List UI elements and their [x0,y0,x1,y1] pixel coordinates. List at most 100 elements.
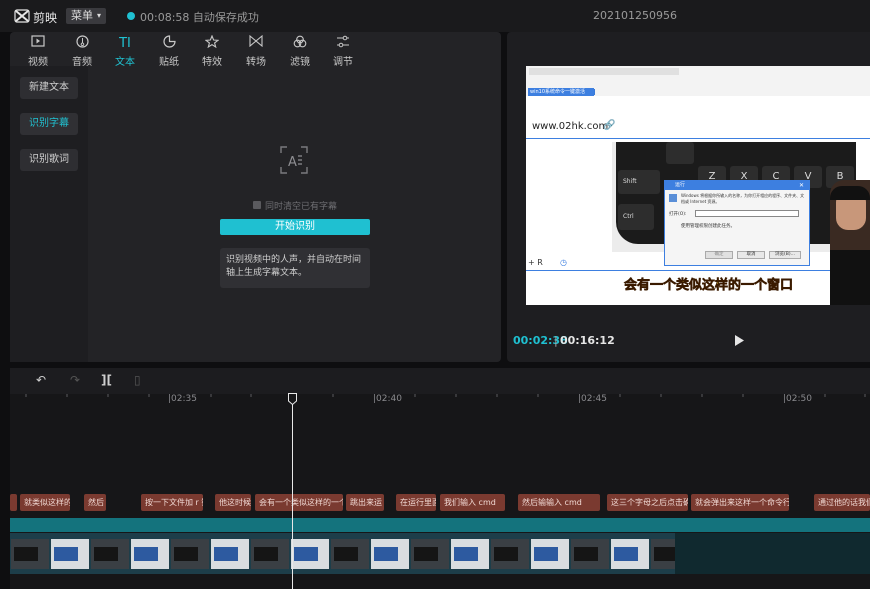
media-toolbar: 视频 音频 TI 文本 贴纸 特效 转场 滤镜 调节 [10,32,501,68]
browser-chrome: win10系统命令一键激活 [526,66,870,96]
tab-sticker[interactable]: 贴纸 [149,32,189,68]
video-thumbnail-detail [14,547,38,561]
video-thumbnail-detail [454,547,478,561]
sidebar-item-recognize-captions[interactable]: 识别字幕 [20,113,78,135]
filter-icon [280,35,320,53]
video-thumbnail-detail [94,547,118,561]
delete-icon[interactable]: ▯ [134,373,141,387]
video-thumbnail-detail [294,547,318,561]
subtitle-clip[interactable]: 在运行里面 [396,494,436,511]
sidebar-item-new-text[interactable]: 新建文本 [20,77,78,99]
auto-caption-icon: A [280,146,308,174]
playhead[interactable] [292,393,293,589]
transition-icon [236,34,276,53]
redo-icon[interactable]: ↷ [70,373,80,387]
site-url: www.02hk.com [532,121,609,132]
subtitle-clip[interactable]: 跳出来运 [346,494,384,511]
run-dialog: 运行 ✕ Windows 将根据你所输入的名称，为你打开相应的程序、文件夹、文档… [664,180,810,266]
video-thumbnail-detail [254,547,278,561]
sidebar-item-recognize-lyrics[interactable]: 识别歌词 [20,149,78,171]
video-thumbnail-detail [374,547,398,561]
ruler-tick-label: |02:40 [373,394,402,404]
subtitle-clip[interactable] [10,494,17,511]
time-ruler[interactable] [10,394,870,408]
video-preview[interactable]: win10系统命令一键激活 www.02hk.com 🔗 Shift Ctrl … [526,66,870,305]
playhead-handle-icon[interactable] [288,393,297,405]
subtitle-clip[interactable]: 他这时候 [215,494,251,511]
clear-existing-checkbox[interactable] [253,201,261,209]
run-dialog-title: 运行 [665,181,809,190]
ok-button[interactable]: 确定 [705,251,733,259]
recognition-hint: 识别视频中的人声，并自动在时间轴上生成字幕文本。 [220,248,370,288]
cancel-button[interactable]: 取消 [737,251,765,259]
run-icon [669,194,677,202]
tab-text[interactable]: TI 文本 [105,32,145,68]
subtitle-clip[interactable]: 会有一个类似这样的一个窗口 [255,494,343,511]
subtitle-clip[interactable]: 通过他的话我们 [814,494,870,511]
adjust-icon [323,35,363,53]
browser-toolbar [529,80,709,95]
audio-icon [62,35,102,53]
key-ctrl: Ctrl [618,204,654,230]
video-thumbnail-detail [214,547,238,561]
tab-adjust-label: 调节 [333,57,353,68]
tab-effects-label: 特效 [202,57,222,68]
tab-audio[interactable]: 音频 [62,32,102,68]
audio-track[interactable] [10,518,870,532]
presenter-hair [830,186,870,200]
subtitle-clip[interactable]: 就类似这样的 [20,494,70,511]
browser-menu-bar [529,68,679,75]
video-track[interactable] [10,533,675,574]
capcut-logo-icon [14,9,30,23]
text-icon: TI [119,36,131,51]
open-label: 打开(O): [669,212,687,217]
subtitle-clip[interactable]: 这三个字母之后点击确定 [607,494,688,511]
key-shift: Shift [618,170,660,194]
project-name: 202101250956 [593,9,677,22]
ruler-tick-label: |02:45 [578,394,607,404]
video-icon [18,35,58,53]
save-status: 00:08:58 自动保存成功 [140,11,259,24]
text-sidebar: 新建文本 识别字幕 识别歌词 [10,66,88,362]
close-icon: ✕ [799,182,805,189]
presenter-image [830,180,870,305]
tab-filter-label: 滤镜 [290,57,310,68]
subtitle-clip[interactable]: 然后输输入 cmd [518,494,600,511]
chevron-down-icon: ▾ [97,11,102,20]
tab-transition[interactable]: 转场 [236,32,276,68]
video-track-clip[interactable] [675,533,870,574]
video-thumbnail-detail [494,547,518,561]
time-separator: | [554,334,558,347]
menu-label: 菜单 [71,9,93,22]
video-thumbnail-detail [534,547,558,561]
undo-icon[interactable]: ↶ [36,373,46,387]
browse-button[interactable]: 浏览(B)... [769,251,801,259]
app-name: 剪映 [33,11,58,25]
subtitle-clip[interactable]: 然后 [84,494,106,511]
start-recognition-button[interactable]: 开始识别 [220,219,370,235]
tab-filter[interactable]: 滤镜 [280,32,320,68]
tab-sticker-label: 贴纸 [159,57,179,68]
tab-adjust[interactable]: 调节 [323,32,363,68]
subtitle-clip[interactable]: 就会弹出来这样一个命令行窗口 [691,494,789,511]
subtitle-clip[interactable]: 按一下文件加 r 键 [141,494,203,511]
video-thumbnail-detail [414,547,438,561]
video-thumbnail-detail [334,547,358,561]
tab-video[interactable]: 视频 [18,32,58,68]
ruler-tick-label: |02:50 [783,394,812,404]
run-input[interactable] [695,210,799,217]
video-thumbnail-detail [574,547,598,561]
subtitle-clip[interactable]: 我们输入 cmd [440,494,505,511]
video-thumbnail-detail [614,547,638,561]
menu-button[interactable]: 菜单 ▾ [66,8,107,24]
play-icon[interactable] [734,335,744,346]
link-icon: 🔗 [603,120,616,131]
tab-effects[interactable]: 特效 [192,32,232,68]
presenter-shirt [830,250,870,305]
divider [526,270,870,271]
sticker-icon [149,35,189,53]
split-icon[interactable]: ][ [101,373,112,387]
tab-transition-label: 转场 [246,57,266,68]
video-subtitle: 会有一个类似这样的一个窗口 [624,278,794,294]
run-dialog-text: Windows 将根据你所输入的名称，为你打开相应的程序、文件夹、文档或 Int… [681,193,805,204]
